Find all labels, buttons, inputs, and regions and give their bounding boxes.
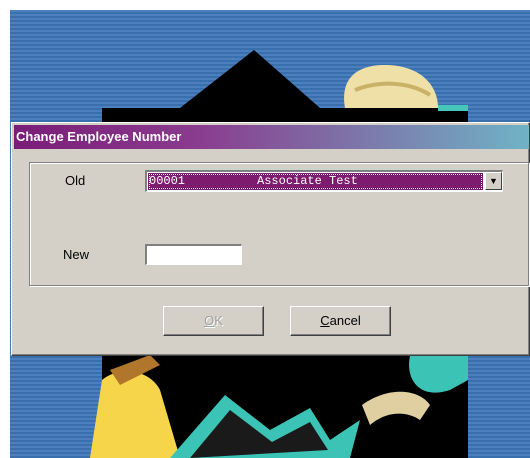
chevron-down-icon[interactable]: ▼ [485,172,502,190]
old-employee-selected-value: 00001 Associate Test [148,173,483,190]
ok-button-label: K [214,313,223,328]
new-label: New [63,247,90,262]
old-employee-select[interactable]: 00001 Associate Test ▼ [145,170,503,192]
cancel-button[interactable]: Cancel [290,306,391,336]
new-employee-number-input[interactable] [145,244,242,265]
old-label: Old [65,173,86,188]
cancel-button-mnemonic: C [320,313,330,328]
dialog-title: Change Employee Number [14,125,529,149]
cancel-button-label: ancel [329,313,361,328]
change-employee-number-dialog: Change Employee Number Old 00001 Associa… [11,122,530,356]
ok-button[interactable]: OK [163,306,264,336]
ok-button-mnemonic: O [204,313,215,328]
